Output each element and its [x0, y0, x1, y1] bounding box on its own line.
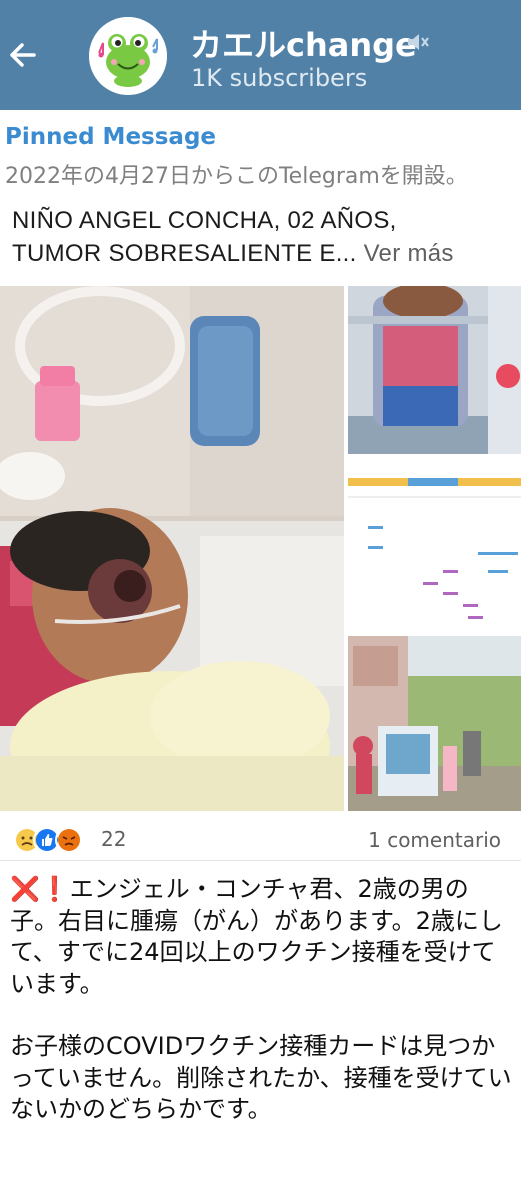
message-paragraph-2: お子様のCOVIDワクチン接種カードは見つかっていません。削除されたか、接種を受…	[10, 1032, 512, 1123]
child-on-bed-photo[interactable]	[348, 286, 521, 454]
ver-mas-link[interactable]: Ver más	[364, 240, 454, 267]
comment-count-link[interactable]: 1 comentario	[368, 828, 501, 852]
pinned-label: Pinned Message	[5, 124, 217, 150]
post-photo-collage[interactable]	[0, 286, 521, 811]
divider	[0, 860, 521, 861]
shared-post: NIÑO ANGEL CONCHA, 02 AÑOS, TUMOR SOBRES…	[0, 198, 521, 858]
angry-face-icon	[55, 826, 83, 854]
muted-speaker-icon	[408, 34, 429, 50]
message-text: ❌❗エンジェル・コンチャ君、2歳の男の子。右目に腫瘍（がん）があります。2歳にし…	[10, 874, 515, 1157]
hospital-child-photo[interactable]	[0, 286, 344, 811]
street-procession-photo[interactable]	[348, 636, 521, 811]
frog-avatar	[89, 17, 167, 95]
cross-mark-icon: ❌	[10, 875, 40, 903]
reaction-count: 22	[101, 827, 127, 851]
exclamation-icon: ❗	[39, 875, 70, 903]
vaccination-record-screenshot[interactable]	[348, 458, 521, 632]
paragraph-1-text: エンジェル・コンチャ君、2歳の男の子。右目に腫瘍（がん）があります。2歳にして、…	[10, 875, 503, 998]
post-title-line1: NIÑO ANGEL CONCHA, 02 AÑOS,	[12, 207, 397, 234]
channel-title[interactable]: カエルchange	[190, 20, 417, 66]
subscriber-count: 1K subscribers	[191, 64, 368, 92]
channel-header: カエルchange 1K subscribers	[0, 0, 521, 110]
message-paragraph-1: ❌❗エンジェル・コンチャ君、2歳の男の子。右目に腫瘍（がん）があります。2歳にし…	[10, 874, 515, 1000]
post-title-line2: TUMOR SOBRESALIENTE E...	[12, 240, 357, 267]
post-title: NIÑO ANGEL CONCHA, 02 AÑOS, TUMOR SOBRES…	[12, 204, 512, 270]
pinned-message[interactable]: Pinned Message 2022年の4月27日からこのTelegramを開…	[0, 110, 521, 199]
pinned-text: 2022年の4月27日からこのTelegramを開設。	[5, 164, 468, 189]
channel-avatar[interactable]	[89, 17, 167, 95]
back-arrow-icon[interactable]	[6, 38, 40, 72]
